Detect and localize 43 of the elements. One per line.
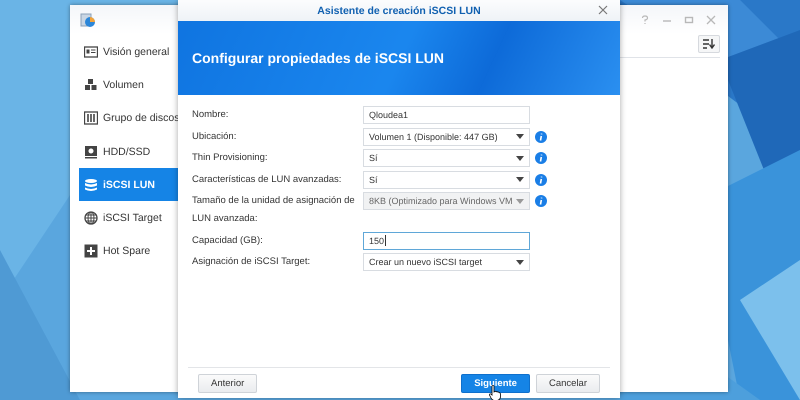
sidebar-item[interactable]: Visión general [79, 35, 178, 68]
id-card-icon [84, 44, 98, 59]
field-label: Capacidad (GB): [192, 234, 264, 248]
input-field[interactable]: Qloudea1 [363, 106, 530, 124]
plus-box-icon [84, 244, 98, 258]
field-label: Asignación de iSCSI Target: [192, 255, 312, 269]
database-icon [84, 178, 98, 192]
dropdown[interactable]: Crear un nuevo iSCSI target [363, 253, 530, 271]
info-icon[interactable] [535, 130, 547, 142]
dialog-button[interactable]: Anterior [198, 374, 258, 392]
dropdown[interactable]: Volumen 1 (Disponible: 447 GB) [363, 128, 530, 146]
info-icon[interactable] [535, 174, 547, 186]
hard-drive-icon [84, 144, 98, 159]
close-icon[interactable] [598, 5, 608, 15]
sort-button[interactable] [698, 35, 720, 53]
field-label: Nombre: [192, 108, 230, 122]
sidebar-item[interactable]: Volumen [79, 68, 178, 102]
app-icon [80, 12, 96, 28]
dialog-button[interactable]: Cancelar [536, 374, 600, 392]
input-field[interactable]: 150 [363, 232, 530, 250]
caret-icon [516, 198, 524, 204]
header-title: Configurar propiedades de iSCSI LUN [192, 50, 444, 66]
field-label: Thin Provisioning: [192, 151, 269, 165]
dropdown[interactable]: Sí [363, 170, 530, 188]
disk-bays-icon [84, 111, 98, 126]
dialog-title: Asistente de creación iSCSI LUN [317, 4, 481, 16]
dropdown[interactable]: Sí [363, 149, 530, 167]
caret-icon [516, 134, 524, 139]
sidebar-item[interactable]: iSCSI LUN [79, 168, 178, 202]
field-label: Características de LUN avanzadas: [192, 172, 342, 186]
caret-icon [516, 260, 524, 264]
field-label: Ubicación: [192, 130, 238, 144]
next-button[interactable]: Siguiente [461, 374, 530, 392]
sidebar-item[interactable]: iSCSI Target [79, 201, 178, 235]
sidebar-item[interactable]: Hot Spare [79, 234, 178, 268]
sort-icon [703, 39, 715, 49]
field-label: Tamaño de la unidad de asignación de LUN avanzada: [192, 194, 356, 226]
info-icon[interactable] [535, 152, 547, 164]
cubes-icon [84, 78, 98, 92]
sidebar-item[interactable]: HDD/SSD [79, 134, 178, 168]
globe-icon [84, 211, 98, 226]
caret-icon [516, 177, 524, 182]
caret-icon [516, 156, 524, 160]
